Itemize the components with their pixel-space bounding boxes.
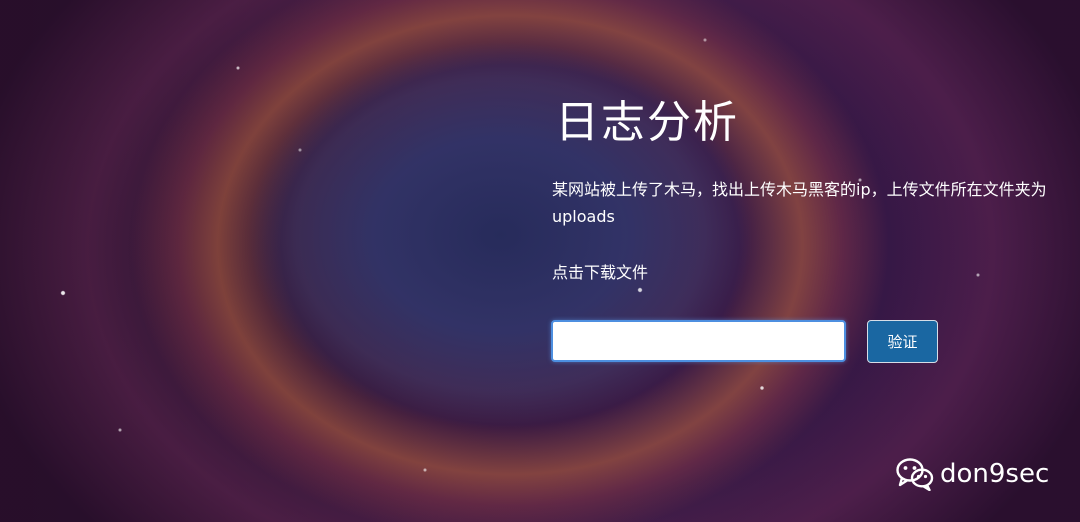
challenge-description: 某网站被上传了木马，找出上传木马黑客的ip，上传文件所在文件夹为uploads [552,180,1047,226]
download-file-link[interactable]: 点击下载文件 [552,261,648,285]
watermark-text: don9sec [940,459,1050,489]
answer-input[interactable] [551,320,846,362]
wechat-icon [896,457,934,492]
challenge-panel: 日志分析 某网站被上传了木马，找出上传木马黑客的ip，上传文件所在文件夹为upl… [0,0,1080,522]
page-title: 日志分析 [555,97,739,148]
watermark: don9sec [896,456,1049,492]
verify-button[interactable]: 验证 [867,320,938,363]
